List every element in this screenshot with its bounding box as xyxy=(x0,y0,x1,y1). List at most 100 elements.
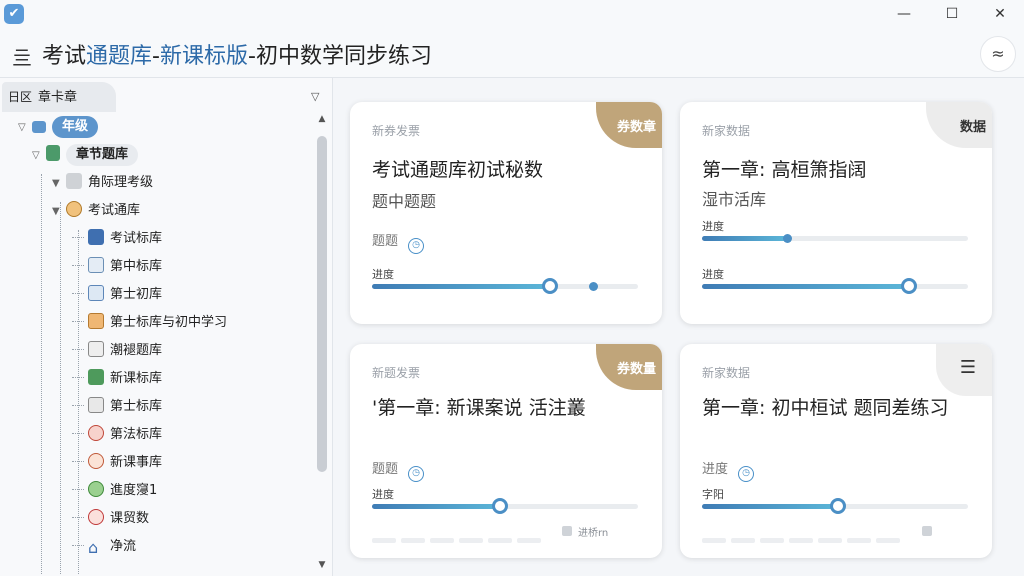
progress-knob[interactable] xyxy=(829,498,846,514)
chevron-down-icon[interactable]: ▼ xyxy=(52,171,66,197)
card-meta: 题题 ◷ xyxy=(372,458,425,482)
chevron-down-icon[interactable]: ▼ xyxy=(52,199,66,225)
chevron-down-icon[interactable]: ▽ xyxy=(18,115,32,141)
card-meta: 题题 ◷ xyxy=(372,230,425,254)
main-content: 券数章 新券发票 考试通题库初试秘数 题中题题 题题 ◷ 进度 数据 新家数据 第… xyxy=(334,78,1024,576)
course-card[interactable]: ☰ 新家数据 第一章: 初中桓试 题同差练习 进度 ◷ 字阳 xyxy=(680,344,992,558)
progress-bar[interactable] xyxy=(702,234,968,243)
tree-item-label: 课贸数 xyxy=(110,511,150,526)
chevron-down-icon[interactable]: ▽ xyxy=(32,143,46,169)
progress-dot xyxy=(588,282,598,291)
minimize-button[interactable]: — xyxy=(882,2,926,26)
clock-icon xyxy=(66,201,82,217)
tree-item-label: 年级 xyxy=(52,116,99,138)
tree-item-label: 進度䆮1 xyxy=(110,483,158,498)
card-footer-text: 进桥rn xyxy=(578,528,609,539)
card-title: 考试通题库初试秘数 xyxy=(372,159,544,181)
scroll-thumb[interactable] xyxy=(317,136,327,472)
tree-connector xyxy=(72,461,84,462)
home-icon: ⌂ xyxy=(88,538,99,557)
tree-item[interactable]: 课贸数 xyxy=(72,506,149,532)
tree-item[interactable]: 進度䆮1 xyxy=(72,478,157,504)
scroll-down-icon[interactable]: ▼ xyxy=(316,560,328,574)
tree-item-label: 净流 xyxy=(110,539,137,554)
card-subtitle: 题中题题 xyxy=(372,192,437,211)
course-card[interactable]: 券数量 新题发票 '第一章: 新课案说 活注叢 题题 ◷ 进度 进桥rn xyxy=(350,344,662,558)
filter-icon[interactable]: ▽ xyxy=(311,90,319,103)
tree-item-grade[interactable]: ▽ 年级 xyxy=(18,114,99,141)
tree-connector xyxy=(72,405,84,406)
card-category: 新券发票 xyxy=(372,124,421,138)
title-part: 新课标版 xyxy=(159,44,248,69)
tree-item[interactable]: 第中标库 xyxy=(72,254,162,280)
tree-item-label: 第士初库 xyxy=(110,287,163,302)
tree-item[interactable]: 新课标库 xyxy=(72,366,162,392)
card-meta: 进度 ◷ xyxy=(702,458,755,482)
tree-connector xyxy=(72,293,84,294)
maximize-button[interactable]: ☐ xyxy=(930,2,974,26)
progress-label: 进度 xyxy=(702,268,724,281)
tree-item-chapter-bank[interactable]: ▽ 章节题库 xyxy=(32,142,139,169)
list-menu-icon[interactable]: ☰ xyxy=(936,344,992,396)
card-meta-label: 进度 xyxy=(702,462,729,477)
settings-action-button[interactable]: ≈ xyxy=(980,36,1016,72)
tree-item[interactable]: ▼ 角际理考级 xyxy=(52,170,153,196)
heart-icon xyxy=(88,509,104,525)
progress-dot xyxy=(783,234,793,243)
progress-bar[interactable] xyxy=(372,278,638,294)
book-icon xyxy=(88,313,104,329)
clock-icon: ◷ xyxy=(408,238,425,254)
tree-item-label: 章节题库 xyxy=(66,144,139,166)
tree-item[interactable]: ▼ 考试通库 xyxy=(52,198,140,224)
card-title: '第一章: 新课案说 活注叢 xyxy=(372,397,586,419)
card-title: 第一章: 初中桓试 题同差练习 xyxy=(702,397,949,419)
tree-connector xyxy=(60,202,61,574)
sidebar-scrollbar[interactable]: ▲ ▼ xyxy=(316,114,328,574)
progress-knob[interactable] xyxy=(491,498,508,514)
app-header: 亖 考试通题库-新课标版-初中数学同步练习 ≈ xyxy=(0,30,1024,78)
card-category: 新家数据 xyxy=(702,366,751,380)
close-button[interactable]: ✕ xyxy=(978,2,1022,26)
page-title: 考试通题库-新课标版-初中数学同步练习 xyxy=(42,38,432,70)
tree-item[interactable]: ⌂ 净流 xyxy=(72,534,136,560)
progress-knob[interactable] xyxy=(542,278,559,294)
tree-item-label: 第士标库 xyxy=(110,399,163,414)
tree-item[interactable]: 第士标库 xyxy=(72,394,162,420)
tree-connector xyxy=(72,321,84,322)
tree-item[interactable]: 第士初库 xyxy=(72,282,162,308)
document-icon xyxy=(88,397,104,413)
sidebar-tab[interactable]: 日区 章卡章 xyxy=(2,82,116,112)
tree-item[interactable]: 新课事库 xyxy=(72,450,162,476)
course-card[interactable]: 数据 新家数据 第一章: 高桓箫指阔 湿市活库 进度 进度 xyxy=(680,102,992,324)
sidebar: 日区 章卡章 ▽ ▽ 年级 ▽ 章节题库 ▼ 角际理考级 ▼ 考试通库 考试标库 第中标库… xyxy=(0,78,333,576)
tree-item-label: 潮褪题库 xyxy=(110,343,163,358)
progress-bar[interactable] xyxy=(702,278,968,294)
progress-bar[interactable] xyxy=(702,498,968,514)
tree-item[interactable]: 潮褪题库 xyxy=(72,338,162,364)
folder-icon xyxy=(32,121,46,133)
tab-icon: 日区 xyxy=(8,90,33,104)
tree-item-label: 第中标库 xyxy=(110,259,163,274)
card-category: 新题发票 xyxy=(372,366,421,380)
tree-connector xyxy=(72,517,84,518)
progress-bar[interactable] xyxy=(372,498,638,514)
tree-connector xyxy=(72,489,84,490)
scroll-up-icon[interactable]: ▲ xyxy=(316,114,328,128)
progress-label: 字阳 xyxy=(702,488,724,501)
tree-item[interactable]: 第士标库与初中学习 xyxy=(72,310,227,336)
folder-icon xyxy=(66,173,82,189)
document-icon xyxy=(88,257,104,273)
menu-icon[interactable]: 亖 xyxy=(12,42,32,71)
course-card[interactable]: 券数章 新券发票 考试通题库初试秘数 题中题题 题题 ◷ 进度 xyxy=(350,102,662,324)
card-category: 新家数据 xyxy=(702,124,751,138)
tree-item[interactable]: 考试标库 xyxy=(72,226,162,252)
footer-icon xyxy=(562,526,572,536)
tree-item-label: 新课事库 xyxy=(110,455,163,470)
progress-knob[interactable] xyxy=(901,278,918,294)
document-icon xyxy=(88,341,104,357)
tree-connector xyxy=(72,545,84,546)
tree-item[interactable]: 第法标库 xyxy=(72,422,162,448)
book-icon xyxy=(46,145,60,161)
tree-connector xyxy=(72,433,84,434)
progress-label: 进度 xyxy=(702,220,724,233)
